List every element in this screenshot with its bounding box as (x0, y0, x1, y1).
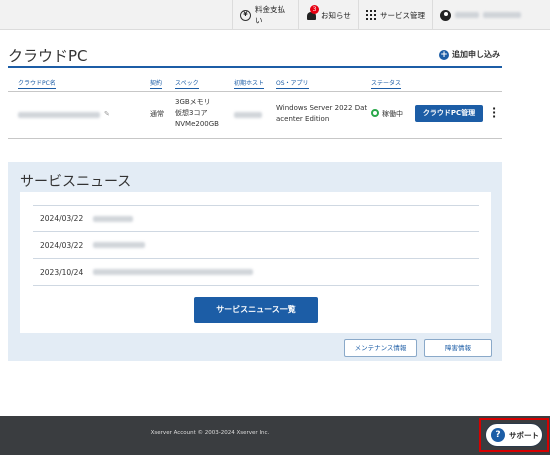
copyright-text: Xserver Account © 2003-2024 Xserver Inc. (150, 430, 270, 436)
news-title-masked[interactable] (93, 269, 253, 275)
service-news-list-button[interactable]: サービスニュース一覧 (194, 297, 318, 323)
yen-circle-icon: ¥ (240, 9, 251, 21)
spec-cell: 3GBメモリ 仮想3コア NVMe200GB (175, 97, 219, 130)
table-row-divider (8, 138, 502, 139)
spec-storage: NVMe200GB (175, 120, 219, 128)
title-divider (8, 66, 502, 68)
running-status-icon (371, 109, 379, 117)
account-id-masked (483, 12, 521, 18)
add-application-button[interactable]: + 追加申し込み (439, 49, 500, 60)
spec-cpu: 仮想3コア (175, 109, 208, 117)
table-header-divider (8, 91, 502, 92)
column-header-initial-host[interactable]: 初期ホスト (234, 80, 265, 89)
status-text: 稼働中 (382, 110, 403, 118)
os-app-cell: Windows Server 2022 Dat acenter Edition (276, 103, 367, 125)
bell-icon: 3 (306, 4, 319, 21)
notices-nav-label: お知らせ (321, 10, 351, 20)
os-line-2: acenter Edition (276, 115, 330, 123)
add-application-label: 追加申し込み (452, 50, 500, 59)
page-title: クラウドPC (8, 47, 88, 65)
news-item[interactable]: 2024/03/22 (33, 205, 479, 232)
news-item[interactable]: 2024/03/22 (33, 232, 479, 259)
column-header-os-app[interactable]: OS・アプリ (276, 80, 309, 89)
footer (0, 416, 550, 455)
maintenance-info-button[interactable]: メンテナンス情報 (344, 339, 417, 357)
column-header-spec[interactable]: スペック (175, 80, 199, 89)
contract-type: 通常 (150, 110, 164, 118)
news-date: 2024/03/22 (40, 214, 84, 223)
status-cell: 稼働中 (371, 109, 403, 120)
more-options-icon[interactable]: · · · (492, 103, 496, 122)
news-date: 2024/03/22 (40, 240, 84, 250)
news-title-masked[interactable] (93, 215, 133, 222)
grid-icon (366, 10, 376, 20)
os-line-1: Windows Server 2022 Dat (276, 104, 368, 112)
news-title-masked[interactable] (93, 242, 145, 248)
cloud-pc-manage-button[interactable]: クラウドPC管理 (415, 105, 483, 122)
support-button[interactable]: ? サポート (485, 423, 543, 447)
plus-circle-icon: + (439, 49, 449, 60)
account-name-masked (455, 12, 479, 18)
column-header-name[interactable]: クラウドPC名 (18, 80, 56, 89)
cloud-pc-name-masked (18, 112, 100, 118)
notices-nav-item[interactable]: 3 お知らせ (298, 0, 358, 30)
spec-memory: 3GBメモリ (175, 98, 211, 106)
news-date: 2023/10/24 (40, 267, 84, 277)
question-circle-icon: ? (491, 428, 505, 442)
service-management-nav-item[interactable]: サービス管理 (358, 0, 432, 30)
service-news-title: サービスニュース (20, 174, 132, 190)
user-icon (440, 9, 451, 21)
account-menu[interactable] (432, 0, 550, 30)
pencil-edit-icon[interactable]: ✎ (104, 109, 110, 120)
service-management-label: サービス管理 (380, 10, 425, 20)
support-label: サポート (509, 430, 539, 440)
payment-nav-item[interactable]: ¥ 料金支払い (232, 0, 298, 30)
column-header-status[interactable]: ステータス (371, 80, 402, 89)
failure-info-button[interactable]: 障害情報 (424, 339, 492, 357)
news-item[interactable]: 2023/10/24 (33, 259, 479, 286)
payment-nav-label: 料金支払い (255, 5, 285, 25)
notices-count-badge: 3 (310, 4, 319, 14)
initial-host-masked (234, 112, 262, 118)
column-header-contract[interactable]: 契約 (150, 80, 163, 89)
top-navigation-bar: ¥ 料金支払い 3 お知らせ サービス管理 (0, 0, 550, 30)
